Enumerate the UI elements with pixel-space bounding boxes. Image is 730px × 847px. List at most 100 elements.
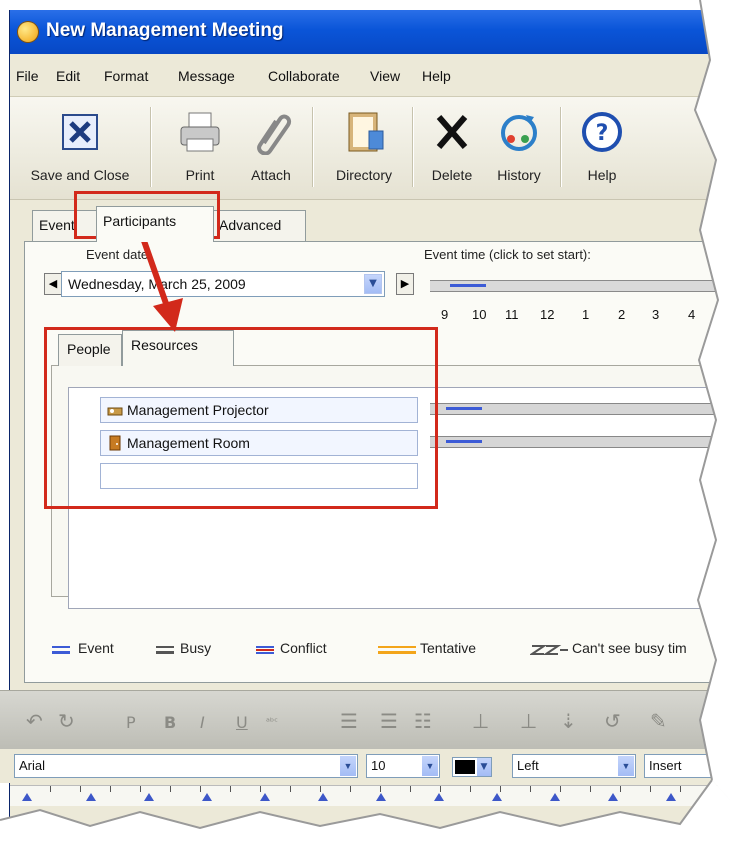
event-marker [446, 407, 482, 410]
hour-label: 4 [688, 307, 696, 322]
event-time-label: Event time (click to set start): [424, 247, 591, 262]
hour-label: 1 [582, 307, 590, 322]
indent-icon[interactable]: ☷ [414, 709, 432, 733]
redo-icon[interactable]: ↻ [58, 709, 75, 733]
underline-icon[interactable]: U [236, 713, 248, 732]
chevron-down-icon[interactable]: ▼ [340, 756, 356, 776]
paperclip-icon [257, 114, 291, 155]
pen-icon[interactable]: ✎ [650, 709, 667, 733]
legend-event-swatch [52, 646, 70, 654]
alignment-select[interactable]: Left ▼ [512, 754, 636, 778]
save-close-icon [62, 114, 98, 150]
text-color-select[interactable]: ▼ [452, 757, 492, 777]
printer-icon [180, 112, 220, 152]
help-question-icon: ? [582, 112, 622, 152]
chevron-down-icon[interactable]: ▼ [364, 274, 382, 294]
align-icon[interactable]: ⊥ [520, 709, 537, 733]
legend-tentative-swatch [378, 646, 416, 654]
legend-conflict-label: Conflict [280, 640, 327, 656]
chevron-down-icon[interactable]: ▼ [477, 758, 491, 776]
resources-highlight-box [44, 327, 438, 509]
callout-arrow-icon [140, 237, 183, 332]
bullet-list-icon[interactable]: ☰ [380, 709, 398, 733]
insert-value: Insert [649, 758, 682, 773]
help-button[interactable]: ? Help [570, 105, 634, 191]
app-icon [18, 22, 38, 42]
svg-text:?: ? [596, 121, 609, 146]
save-and-close-button[interactable]: Save and Close [20, 105, 140, 191]
toolbar-divider [150, 107, 152, 187]
tab-participants[interactable]: Participants [96, 206, 214, 242]
delete-x-icon [436, 115, 468, 149]
bold-icon[interactable]: B [164, 713, 176, 732]
toolbar-divider [560, 107, 562, 187]
save-close-label: Save and Close [30, 167, 130, 183]
font-family-select[interactable]: Arial ▼ [14, 754, 358, 778]
tab-advanced[interactable]: Advanced [212, 210, 306, 242]
paragraph-icon[interactable]: P [126, 713, 136, 732]
window-title: New Management Meeting [46, 20, 284, 41]
main-toolbar: Save and Close Print Attach Directory De… [10, 97, 730, 200]
insert-select[interactable]: Insert [644, 754, 730, 778]
legend-tentative-label: Tentative [420, 640, 477, 656]
resource-busy-bar [430, 403, 730, 415]
font-family-value: Arial [19, 758, 46, 773]
chevron-down-icon[interactable]: ▼ [618, 756, 634, 776]
menu-message[interactable]: Message [178, 68, 235, 84]
hour-label: 3 [652, 307, 660, 322]
align-icon[interactable]: ⊥ [472, 709, 489, 733]
print-button[interactable]: Print [170, 105, 230, 191]
delete-button[interactable]: Delete [422, 105, 482, 191]
main-tabs: Event Participants Advanced [10, 200, 730, 242]
attach-button[interactable]: Attach [236, 105, 306, 191]
legend-busy-label: Busy [180, 640, 212, 656]
toolbar-divider [412, 107, 414, 187]
legend-busy-swatch [156, 646, 174, 654]
hour-label: 10 [472, 307, 487, 322]
next-date-button[interactable]: ▶ [396, 273, 414, 295]
event-time-marker [450, 284, 486, 287]
menu-help[interactable]: Help [422, 68, 451, 84]
resource-busy-bar [430, 436, 730, 448]
menu-edit[interactable]: Edit [56, 68, 80, 84]
hour-label: 9 [441, 307, 449, 322]
numbered-list-icon[interactable]: ☰ [340, 709, 358, 733]
menu-file[interactable]: File [16, 68, 39, 84]
ruler-indent-marker[interactable] [22, 793, 32, 801]
event-date-select[interactable]: Wednesday, March 25, 2009 ▼ [61, 271, 385, 297]
italic-icon[interactable]: I [200, 713, 205, 732]
hour-label: 11 [505, 307, 519, 322]
menu-format[interactable]: Format [104, 68, 148, 84]
toolbar-divider [312, 107, 314, 187]
directory-icon [348, 112, 384, 152]
legend-conflict-swatch [256, 646, 274, 654]
history-icon [501, 115, 537, 151]
legend-cant-see-label: Can't see busy tim [572, 640, 687, 656]
legend-cant-see-swatch [530, 645, 568, 655]
font-size-select[interactable]: 10 ▼ [366, 754, 440, 778]
legend-event-label: Event [78, 640, 114, 656]
directory-button[interactable]: Directory [322, 105, 406, 191]
chevron-down-icon[interactable]: ▼ [422, 756, 438, 776]
delete-label: Delete [431, 167, 473, 183]
help-label: Help [587, 167, 617, 183]
prev-date-button[interactable]: ◀ [44, 273, 62, 295]
hour-label: 2 [618, 307, 626, 322]
print-label: Print [185, 167, 215, 183]
undo-icon[interactable]: ↶ [26, 709, 43, 733]
menu-bar: File Edit Format Message Collaborate Vie… [10, 54, 730, 97]
history-button[interactable]: History [486, 105, 552, 191]
attach-label: Attach [251, 167, 291, 183]
event-time-bar[interactable] [430, 280, 730, 292]
link-icon[interactable]: ↺ [604, 709, 621, 733]
menu-collaborate[interactable]: Collaborate [268, 68, 340, 84]
history-label: History [497, 167, 541, 183]
event-marker [446, 440, 482, 443]
ruler[interactable] [10, 785, 730, 806]
down-arrow-icon[interactable]: ⇣ [560, 709, 577, 733]
title-bar[interactable]: New Management Meeting [10, 10, 730, 54]
hour-label: 12 [540, 307, 555, 322]
directory-label: Directory [335, 167, 392, 183]
menu-view[interactable]: View [370, 68, 400, 84]
strikethrough-icon[interactable]: ᵃᵇᶜ [266, 717, 278, 728]
